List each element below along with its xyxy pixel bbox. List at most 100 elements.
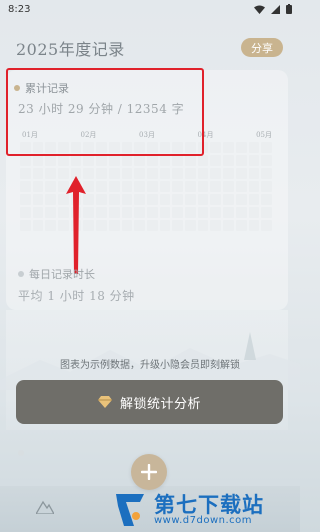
heatmap-cell — [108, 220, 120, 231]
heatmap-cell — [32, 155, 44, 166]
heatmap-cell — [134, 220, 145, 231]
heatmap-cell — [45, 168, 57, 179]
red-arrow-icon — [66, 176, 86, 274]
heatmap-cell — [146, 168, 158, 179]
heatmap-cell — [197, 220, 209, 231]
heatmap-cell — [261, 168, 272, 179]
battery-icon — [286, 4, 292, 14]
bullet-dot-icon — [18, 450, 24, 456]
heatmap-cell — [159, 181, 171, 192]
share-button[interactable]: 分享 — [241, 38, 283, 57]
daily-title: 每日记录时长 — [18, 266, 95, 282]
heatmap-cell — [223, 142, 234, 153]
heatmap-cell — [172, 194, 184, 205]
heatmap-cell — [261, 155, 272, 166]
mountain-nav-icon[interactable] — [36, 500, 54, 514]
heatmap-cell — [159, 194, 171, 205]
heatmap-cell — [96, 207, 107, 218]
heatmap-cell — [45, 207, 57, 218]
heatmap-cell — [20, 155, 31, 166]
heatmap-cell — [121, 207, 133, 218]
heatmap-cell — [235, 220, 247, 231]
heatmap-cell — [185, 155, 196, 166]
heatmap-cell — [172, 181, 184, 192]
heatmap-cell — [134, 194, 145, 205]
heatmap-cell — [235, 142, 247, 153]
watermark-url: www.d7down.com — [154, 514, 253, 526]
heatmap-cell — [235, 207, 247, 218]
heatmap-cell — [108, 181, 120, 192]
heatmap-cell — [185, 181, 196, 192]
heatmap-cell — [235, 168, 247, 179]
heatmap-cell — [20, 181, 31, 192]
signal-icon — [271, 4, 280, 14]
heatmap-cell — [185, 207, 196, 218]
heatmap-cell — [223, 155, 234, 166]
heatmap-cell — [134, 168, 145, 179]
heatmap-cell — [134, 181, 145, 192]
heatmap-cell — [172, 155, 184, 166]
heatmap-cell — [32, 220, 44, 231]
unlock-label: 解锁统计分析 — [119, 396, 201, 412]
heatmap-cell — [146, 194, 158, 205]
heatmap-cell — [45, 194, 57, 205]
heatmap-cell — [235, 194, 247, 205]
heatmap-cell — [32, 194, 44, 205]
heatmap-cell — [121, 194, 133, 205]
heatmap-cell — [96, 155, 107, 166]
add-record-button[interactable] — [131, 454, 167, 490]
heatmap-cell — [70, 155, 82, 166]
heatmap-cell — [223, 220, 234, 231]
page-title: 2025年度记录 — [16, 40, 125, 59]
heatmap-cell — [58, 155, 69, 166]
heatmap-cell — [261, 181, 272, 192]
heatmap-cell — [197, 207, 209, 218]
demo-note: 图表为示例数据，升级小隐会员即刻解锁 — [60, 360, 240, 371]
heatmap-cell — [108, 207, 120, 218]
heatmap-cell — [223, 181, 234, 192]
heatmap-cell — [248, 142, 260, 153]
month-label: 05月 — [256, 131, 272, 139]
heatmap-cell — [121, 155, 133, 166]
heatmap-cell — [134, 155, 145, 166]
heatmap-cell — [146, 207, 158, 218]
heatmap-cell — [83, 155, 95, 166]
heatmap-cell — [248, 220, 260, 231]
heatmap-cell — [108, 194, 120, 205]
heatmap-cell — [210, 181, 222, 192]
daily-title-text: 每日记录时长 — [29, 268, 95, 281]
unlock-analysis-button[interactable]: 解锁统计分析 — [16, 380, 283, 424]
heatmap-cell — [159, 220, 171, 231]
heatmap-cell — [248, 155, 260, 166]
heatmap-cell — [210, 207, 222, 218]
heatmap-cell — [197, 168, 209, 179]
heatmap-cell — [248, 207, 260, 218]
heatmap-cell — [121, 181, 133, 192]
heatmap-cell — [32, 168, 44, 179]
heatmap-cell — [96, 194, 107, 205]
heatmap-cell — [146, 181, 158, 192]
heatmap-cell — [96, 168, 107, 179]
heatmap-cell — [121, 168, 133, 179]
heatmap-cell — [96, 220, 107, 231]
heatmap-cell — [20, 207, 31, 218]
heatmap-cell — [223, 194, 234, 205]
heatmap-cell — [210, 220, 222, 231]
watermark-title: 第七下载站 — [154, 492, 264, 517]
heatmap-cell — [108, 168, 120, 179]
heatmap-cell — [146, 155, 158, 166]
heatmap-cell — [210, 194, 222, 205]
diamond-icon — [97, 396, 112, 408]
heatmap-cell — [185, 220, 196, 231]
heatmap-cell — [261, 207, 272, 218]
daily-value: 平均 1 小时 18 分钟 — [18, 289, 135, 303]
heatmap-cell — [20, 168, 31, 179]
heatmap-cell — [20, 194, 31, 205]
heatmap-cell — [32, 207, 44, 218]
heatmap-cell — [248, 194, 260, 205]
heatmap-cell — [210, 142, 222, 153]
heatmap-cell — [45, 220, 57, 231]
heatmap-cell — [121, 220, 133, 231]
highlight-annotation — [6, 68, 204, 156]
heatmap-cell — [210, 155, 222, 166]
